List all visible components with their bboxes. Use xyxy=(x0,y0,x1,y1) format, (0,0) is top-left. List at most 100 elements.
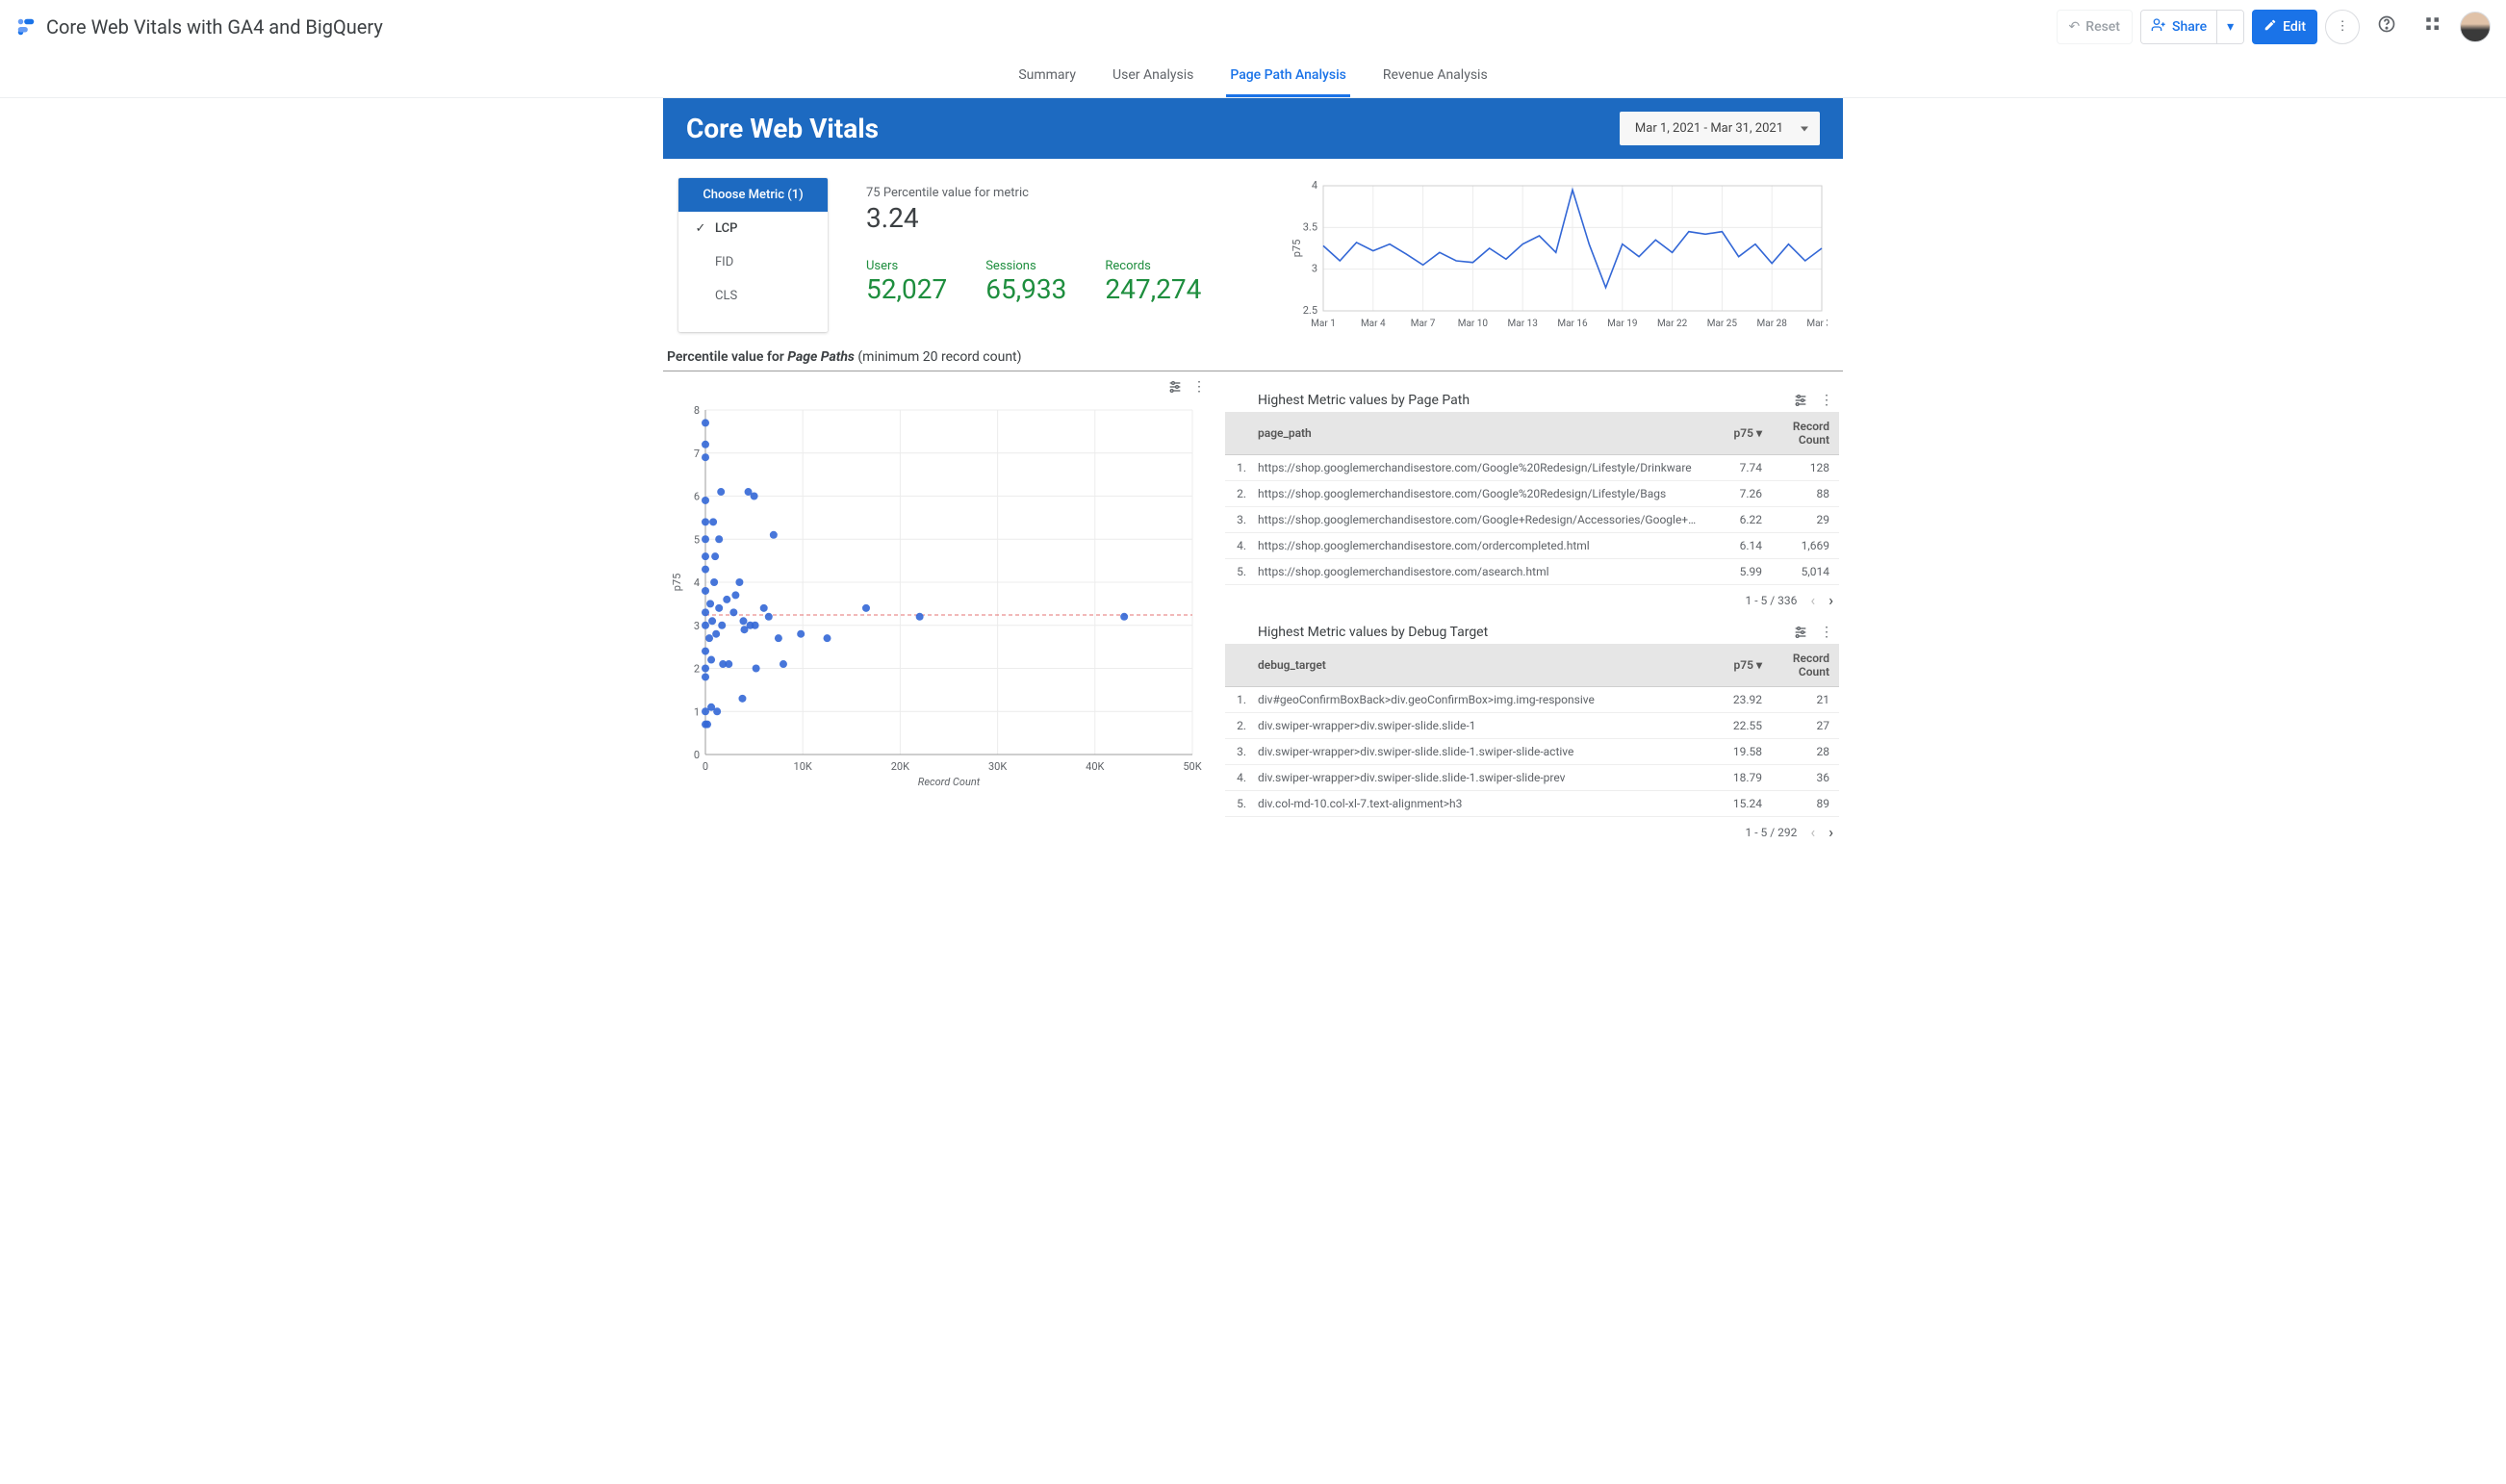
svg-text:3: 3 xyxy=(1312,263,1317,275)
svg-text:Mar 31: Mar 31 xyxy=(1806,319,1828,329)
table-row[interactable]: 4. https://shop.googlemerchandisestore.c… xyxy=(1225,533,1839,559)
svg-text:Mar 1: Mar 1 xyxy=(1311,319,1336,329)
table-settings-icon[interactable] xyxy=(1793,393,1808,412)
table1-title: Highest Metric values by Page Path xyxy=(1258,393,1839,408)
col-record-count[interactable]: Record Count xyxy=(1772,644,1839,687)
table2-pager: 1 - 5 / 292 ‹ › xyxy=(1225,817,1839,847)
col-p75[interactable]: p75 ▾ xyxy=(1709,644,1772,687)
kpi-users: Users 52,027 xyxy=(866,259,947,305)
table-row[interactable]: 2. div.swiper-wrapper>div.swiper-slide.s… xyxy=(1225,713,1839,739)
tab-summary[interactable]: Summary xyxy=(1014,56,1080,97)
svg-text:7: 7 xyxy=(694,448,700,460)
svg-text:Mar 28: Mar 28 xyxy=(1757,319,1788,329)
table-row[interactable]: 4. div.swiper-wrapper>div.swiper-slide.s… xyxy=(1225,765,1839,791)
pager-prev[interactable]: ‹ xyxy=(1810,823,1815,841)
svg-text:4: 4 xyxy=(694,576,700,589)
table-page-path: ⋮ Highest Metric values by Page Path pag… xyxy=(1225,393,1839,615)
svg-text:4: 4 xyxy=(1312,179,1317,192)
chart-more-icon[interactable]: ⋮ xyxy=(1192,379,1206,398)
table-more-icon[interactable]: ⋮ xyxy=(1820,393,1833,412)
undo-icon: ↶ xyxy=(2069,19,2081,35)
svg-text:Mar 10: Mar 10 xyxy=(1458,319,1489,329)
col-page-path[interactable]: page_path xyxy=(1248,412,1711,455)
table-more-icon[interactable]: ⋮ xyxy=(1820,625,1833,644)
svg-text:Record Count: Record Count xyxy=(918,776,981,787)
share-button[interactable]: Share xyxy=(2141,11,2216,43)
more-vert-icon: ⋮ xyxy=(2336,19,2348,34)
tab-revenue-analysis[interactable]: Revenue Analysis xyxy=(1379,56,1492,97)
table2-title: Highest Metric values by Debug Target xyxy=(1258,625,1839,640)
svg-text:Mar 25: Mar 25 xyxy=(1707,319,1738,329)
svg-text:Mar 13: Mar 13 xyxy=(1508,319,1538,329)
col-debug-target[interactable]: debug_target xyxy=(1248,644,1709,687)
table-row[interactable]: 2. https://shop.googlemerchandisestore.c… xyxy=(1225,481,1839,507)
tab-page-path-analysis[interactable]: Page Path Analysis xyxy=(1226,56,1350,97)
tab-user-analysis[interactable]: User Analysis xyxy=(1109,56,1197,97)
more-menu-button[interactable]: ⋮ xyxy=(2325,10,2360,44)
svg-text:Mar 19: Mar 19 xyxy=(1607,319,1637,329)
kpi-records-label: Records xyxy=(1105,259,1201,273)
page-title: Core Web Vitals xyxy=(686,113,879,144)
report-tabs: Summary User Analysis Page Path Analysis… xyxy=(0,54,2506,98)
svg-text:Mar 7: Mar 7 xyxy=(1411,319,1436,329)
p75-scatter-chart: 012345678010K20K30K40K50Kp75Record Count xyxy=(667,402,1202,787)
metric-option-fid[interactable]: FID xyxy=(678,245,828,279)
apps-grid-icon xyxy=(2424,15,2442,38)
svg-text:0: 0 xyxy=(703,760,708,773)
apps-button[interactable] xyxy=(2414,8,2452,46)
pager-next[interactable]: › xyxy=(1828,823,1833,841)
reset-button[interactable]: ↶ Reset xyxy=(2057,10,2133,44)
table-row[interactable]: 3. https://shop.googlemerchandisestore.c… xyxy=(1225,507,1839,533)
kpi-records-value: 247,274 xyxy=(1105,273,1201,305)
pencil-icon xyxy=(2263,18,2277,36)
metric-picker: Choose Metric (1) ✓ LCP FID CLS xyxy=(678,178,828,332)
chart-settings-icon[interactable] xyxy=(1167,379,1183,398)
metric-option-cls[interactable]: CLS xyxy=(678,279,828,313)
col-p75[interactable]: p75 ▾ xyxy=(1711,412,1772,455)
date-range-picker[interactable]: Mar 1, 2021 - Mar 31, 2021 xyxy=(1620,112,1820,145)
kpi-users-value: 52,027 xyxy=(866,273,947,305)
svg-text:3: 3 xyxy=(694,620,700,632)
metric-picker-header: Choose Metric (1) xyxy=(678,178,828,212)
table-settings-icon[interactable] xyxy=(1793,625,1808,644)
share-split-button[interactable]: Share ▾ xyxy=(2140,10,2244,44)
svg-text:8: 8 xyxy=(694,404,700,417)
table-debug-target: ⋮ Highest Metric values by Debug Target … xyxy=(1225,625,1839,847)
table-row[interactable]: 5. https://shop.googlemerchandisestore.c… xyxy=(1225,559,1839,585)
sort-desc-icon: ▾ xyxy=(1756,658,1762,672)
help-button[interactable] xyxy=(2367,8,2406,46)
document-title: Core Web Vitals with GA4 and BigQuery xyxy=(46,15,383,38)
metric-option-lcp[interactable]: ✓ LCP xyxy=(678,212,828,245)
kpi-sessions-label: Sessions xyxy=(985,259,1066,273)
check-icon: ✓ xyxy=(694,221,707,236)
svg-text:Mar 4: Mar 4 xyxy=(1361,319,1386,329)
p75-timeseries-chart: 2.533.54Mar 1Mar 4Mar 7Mar 10Mar 13Mar 1… xyxy=(1289,178,1828,332)
table-row[interactable]: 5. div.col-md-10.col-xl-7.text-alignment… xyxy=(1225,791,1839,817)
pager-next[interactable]: › xyxy=(1828,591,1833,609)
svg-text:1: 1 xyxy=(694,705,700,718)
svg-text:10K: 10K xyxy=(794,760,812,773)
svg-text:p75: p75 xyxy=(1291,240,1303,258)
svg-text:0: 0 xyxy=(694,749,700,761)
table-row[interactable]: 1. https://shop.googlemerchandisestore.c… xyxy=(1225,455,1839,481)
share-icon xyxy=(2151,17,2166,37)
page-banner: Core Web Vitals Mar 1, 2021 - Mar 31, 20… xyxy=(663,98,1843,159)
col-record-count[interactable]: Record Count xyxy=(1772,412,1839,455)
pager-range: 1 - 5 / 336 xyxy=(1745,594,1797,607)
share-label: Share xyxy=(2172,19,2207,35)
svg-text:5: 5 xyxy=(694,533,700,546)
top-bar: Core Web Vitals with GA4 and BigQuery ↶ … xyxy=(0,0,2506,54)
edit-button[interactable]: Edit xyxy=(2252,10,2317,44)
svg-text:50K: 50K xyxy=(1183,760,1201,773)
pager-prev[interactable]: ‹ xyxy=(1810,591,1815,609)
table1-pager: 1 - 5 / 336 ‹ › xyxy=(1225,585,1839,615)
table-row[interactable]: 3. div.swiper-wrapper>div.swiper-slide.s… xyxy=(1225,739,1839,765)
share-dropdown-button[interactable]: ▾ xyxy=(2216,11,2243,43)
account-avatar[interactable] xyxy=(2460,12,2491,42)
pager-range: 1 - 5 / 292 xyxy=(1745,826,1797,839)
svg-text:40K: 40K xyxy=(1086,760,1104,773)
table-row[interactable]: 1. div#geoConfirmBoxBack>div.geoConfirmB… xyxy=(1225,687,1839,713)
kpi-sessions-value: 65,933 xyxy=(985,273,1066,305)
percentile-label: 75 Percentile value for metric xyxy=(866,186,1201,200)
sort-desc-icon: ▾ xyxy=(1756,426,1762,440)
